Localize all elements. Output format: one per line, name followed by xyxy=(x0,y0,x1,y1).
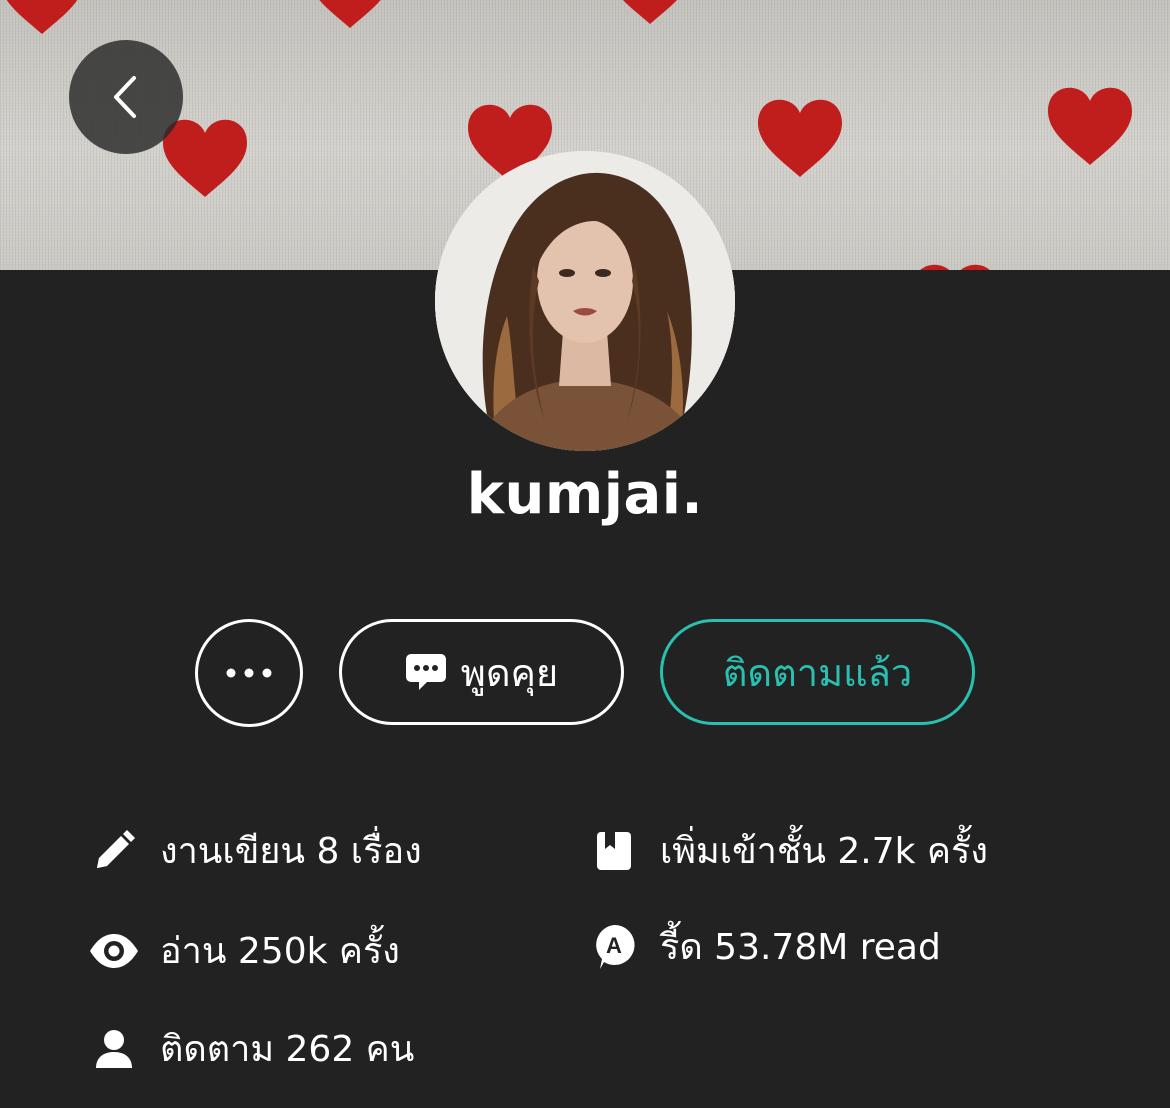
stat-works-text: งานเขียน 8 เรื่อง xyxy=(160,831,422,872)
stat-bookshelf: เพิ่มเข้าชั้น 2.7k ครั้ง xyxy=(584,822,988,879)
more-dots-icon xyxy=(226,668,272,678)
chat-button[interactable]: พูดคุย xyxy=(339,619,624,725)
bookmark-icon xyxy=(584,826,644,876)
avatar-image xyxy=(435,151,735,451)
following-button[interactable]: ติดตามแล้ว xyxy=(660,619,975,725)
pencil-icon xyxy=(84,826,144,876)
stat-following-text: ติดตาม 262 คน xyxy=(160,1029,415,1070)
reaad-coin-icon: A xyxy=(584,922,644,972)
profile-page: kumjai. พูดคุย ติดตามแล้ว งานเขียน 8 เรื… xyxy=(0,0,1170,1108)
chevron-left-icon xyxy=(114,76,136,118)
username: kumjai. xyxy=(466,462,704,527)
stat-bookshelf-text: เพิ่มเข้าชั้น 2.7k ครั้ง xyxy=(660,831,988,872)
stat-reaad-text: รี้ด 53.78M read xyxy=(660,927,941,968)
chat-bubble-icon xyxy=(405,654,446,690)
person-icon xyxy=(84,1024,144,1074)
more-button[interactable] xyxy=(195,619,303,727)
stat-works: งานเขียน 8 เรื่อง xyxy=(84,822,422,879)
stat-reaad: A รี้ด 53.78M read xyxy=(584,918,941,975)
following-button-label: ติดตามแล้ว xyxy=(722,650,913,695)
stat-following: ติดตาม 262 คน xyxy=(84,1020,414,1077)
svg-text:A: A xyxy=(606,933,622,958)
avatar xyxy=(435,151,735,451)
back-button[interactable] xyxy=(69,40,183,154)
chat-button-label: พูดคุย xyxy=(460,650,559,695)
eye-icon xyxy=(84,926,144,976)
stat-reads: อ่าน 250k ครั้ง xyxy=(84,922,400,979)
stat-reads-text: อ่าน 250k ครั้ง xyxy=(160,931,400,972)
